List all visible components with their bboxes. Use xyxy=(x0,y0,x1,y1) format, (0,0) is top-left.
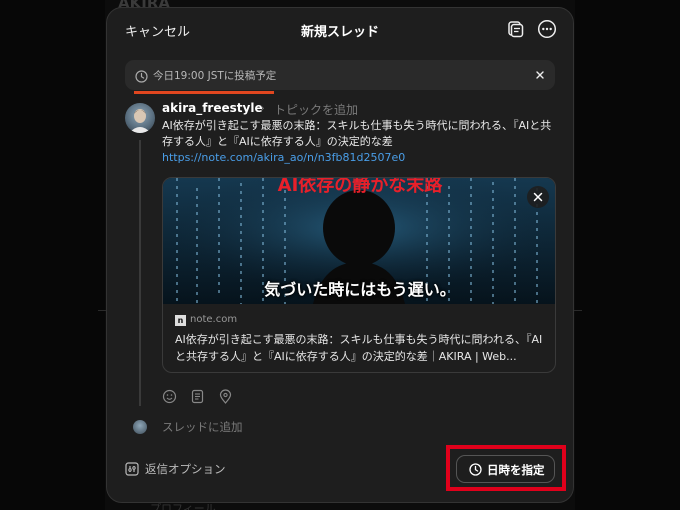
link-source-domain: note.com xyxy=(190,314,238,325)
post-body-text[interactable]: AI依存が引き起こす最悪の末路：スキルも仕事も失う時代に問われる、『AIと共存す… xyxy=(162,118,554,150)
add-to-thread-button[interactable]: スレッドに追加 xyxy=(162,419,243,435)
link-source: n note.com xyxy=(175,314,237,326)
highlight-box xyxy=(446,445,566,491)
document-icon[interactable] xyxy=(190,389,205,404)
image-top-text: AI依存の静かな末路 xyxy=(278,178,444,196)
link-preview-title: AI依存が引き起こす最悪の末路：スキルも仕事も失う時代に問われる、『AIと共存す… xyxy=(175,333,543,363)
dialog-header: キャンセル 新規スレッド xyxy=(107,8,573,52)
dialog-title: 新規スレッド xyxy=(300,25,379,40)
link-preview-card[interactable]: AI依存の静かな末路 気づいた時にはもう遅い。 n note.com AI依存が引… xyxy=(162,177,556,373)
link-preview-image: AI依存の静かな末路 気づいた時にはもう遅い。 xyxy=(163,178,555,304)
avatar xyxy=(133,420,147,434)
add-topic-button[interactable]: トピックを追加 xyxy=(274,101,358,118)
background-left xyxy=(0,0,105,510)
note-logo-icon: n xyxy=(175,315,186,326)
gif-icon[interactable] xyxy=(162,389,177,404)
close-icon[interactable] xyxy=(533,67,547,81)
post-link[interactable]: https://note.com/akira_ao/n/n3fb81d2507e… xyxy=(162,151,405,164)
more-icon[interactable] xyxy=(537,19,557,39)
image-caption-text: 気づいた時にはもう遅い。 xyxy=(264,280,456,299)
new-thread-dialog: キャンセル 新規スレッド 今日19:00 JSTに投稿予定 akira_free… xyxy=(106,7,574,503)
close-icon[interactable] xyxy=(527,186,549,208)
background-divider xyxy=(574,310,582,311)
scheduled-post-banner: 今日19:00 JSTに投稿予定 xyxy=(125,60,555,90)
location-icon[interactable] xyxy=(218,389,233,404)
drafts-icon[interactable] xyxy=(505,19,525,39)
background-right xyxy=(575,0,680,510)
avatar xyxy=(125,103,155,133)
clock-icon xyxy=(135,68,148,83)
reply-options-label: 返信オプション xyxy=(145,462,226,476)
reply-options-icon xyxy=(125,462,139,476)
thread-connector-line xyxy=(139,140,141,406)
scheduled-time-text: 今日19:00 JSTに投稿予定 xyxy=(153,70,277,82)
chevron-right-icon: › xyxy=(260,101,265,115)
schedule-highlight-underline xyxy=(134,91,274,94)
username: akira_freestyle xyxy=(162,101,263,115)
background-divider xyxy=(98,310,106,311)
